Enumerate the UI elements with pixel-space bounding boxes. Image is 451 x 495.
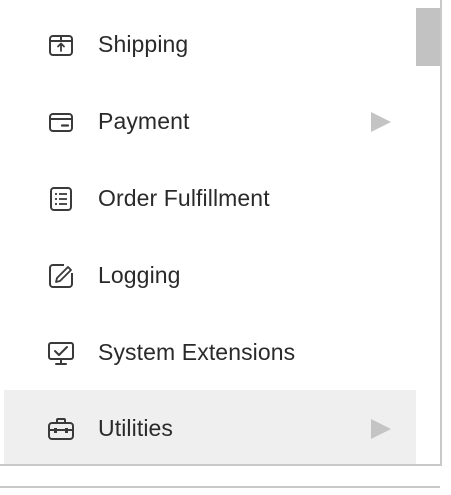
scrollbar-track[interactable] bbox=[416, 0, 440, 464]
menu-item-label: Shipping bbox=[98, 31, 189, 57]
shipping-box-icon bbox=[47, 31, 75, 59]
menu-item-label: Logging bbox=[98, 262, 181, 288]
menu-item-label: Utilities bbox=[98, 415, 174, 441]
menu-list: Shipping Payment Order Fulfillment Loggi… bbox=[0, 0, 416, 464]
divider bbox=[0, 486, 440, 488]
menu-item-label: System Extensions bbox=[98, 339, 296, 365]
order-list-icon bbox=[47, 185, 75, 213]
scrollbar-thumb[interactable] bbox=[416, 8, 440, 66]
menu-item-system-extensions[interactable]: System Extensions bbox=[4, 314, 416, 391]
menu-item-label: Payment bbox=[98, 108, 190, 134]
menu-panel: Shipping Payment Order Fulfillment Loggi… bbox=[0, 0, 442, 466]
logging-pencil-icon bbox=[47, 262, 75, 290]
utilities-toolbox-icon bbox=[47, 415, 75, 443]
submenu-arrow-icon bbox=[371, 418, 391, 439]
submenu-arrow-icon bbox=[371, 111, 391, 132]
menu-item-shipping[interactable]: Shipping bbox=[4, 6, 416, 83]
menu-item-utilities[interactable]: Utilities bbox=[4, 390, 416, 464]
menu-item-order-fulfillment[interactable]: Order Fulfillment bbox=[4, 160, 416, 237]
menu-item-payment[interactable]: Payment bbox=[4, 83, 416, 160]
system-extensions-monitor-icon bbox=[47, 339, 75, 367]
menu-item-logging[interactable]: Logging bbox=[4, 237, 416, 314]
menu-item-label: Order Fulfillment bbox=[98, 185, 270, 211]
payment-card-icon bbox=[47, 108, 75, 136]
